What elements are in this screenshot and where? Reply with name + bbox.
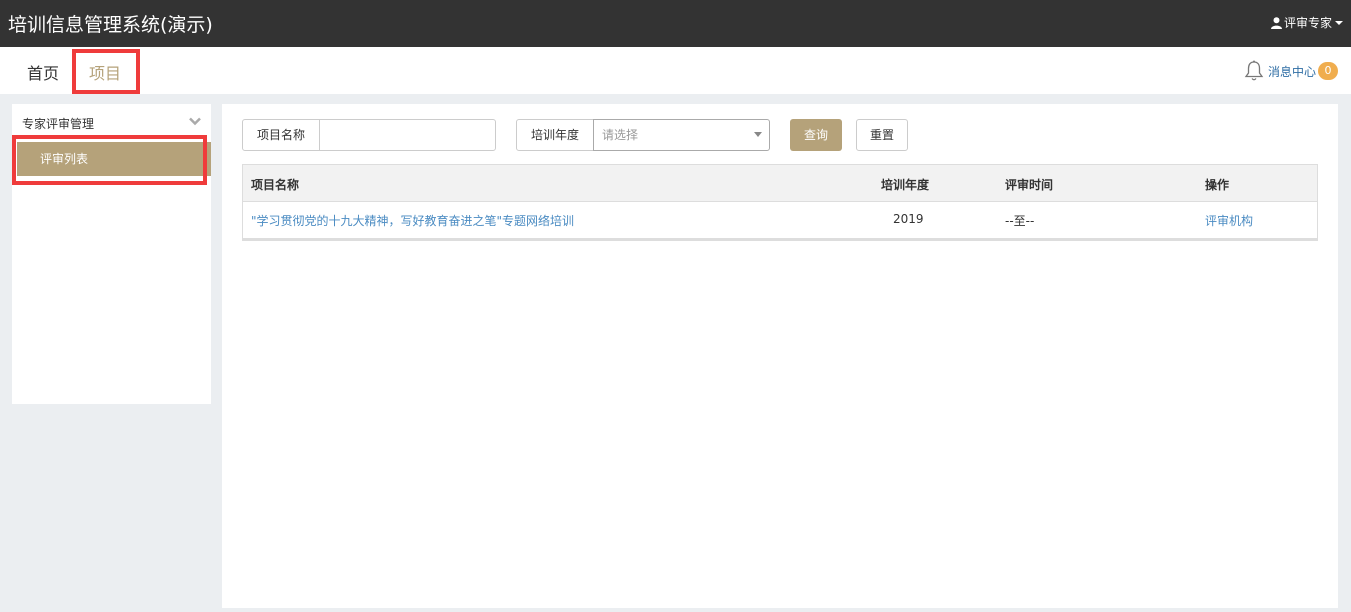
training-year-placeholder: 请选择 (602, 128, 639, 142)
message-count-badge: 0 (1318, 62, 1338, 80)
training-year-label: 培训年度 (516, 119, 594, 151)
reset-button[interactable]: 重置 (856, 119, 908, 151)
nav-home[interactable]: 首页 (27, 60, 59, 84)
caret-down-icon (1335, 20, 1343, 25)
message-center-label: 消息中心 (1267, 64, 1316, 79)
table-header: 项目名称 培训年度 评审时间 操作 (243, 165, 1317, 202)
column-header-time: 评审时间 (1005, 178, 1054, 192)
app-title: 培训信息管理系统(演示) (8, 14, 213, 36)
query-button[interactable]: 查询 (790, 119, 842, 151)
bell-icon (1244, 60, 1264, 81)
review-table: 项目名称 培训年度 评审时间 操作 "学习贯彻党的十九大精神，写好教育奋进之笔"… (242, 164, 1318, 241)
table-row: "学习贯彻党的十九大精神，写好教育奋进之笔"专题网络培训 2019 --至-- … (243, 202, 1317, 239)
user-name: 评审专家 (1283, 16, 1332, 30)
highlight-box-sidebar (12, 135, 207, 185)
training-year-select[interactable]: 请选择 (593, 119, 770, 151)
chevron-down-icon[interactable] (188, 114, 202, 128)
column-header-year: 培训年度 (881, 178, 930, 192)
column-header-action: 操作 (1205, 178, 1230, 192)
cell-review-time: --至-- (1005, 214, 1035, 228)
user-icon (1270, 16, 1282, 29)
top-bar: 培训信息管理系统(演示) 评审专家 (0, 0, 1351, 47)
project-name-label: 项目名称 (242, 119, 320, 151)
column-header-name: 项目名称 (251, 178, 300, 192)
highlight-box-nav (72, 49, 140, 94)
dropdown-arrow-icon (754, 132, 762, 137)
project-name-input[interactable] (319, 119, 496, 151)
review-institution-link[interactable]: 评审机构 (1205, 212, 1253, 229)
sidebar-group-expert-review[interactable]: 专家评审管理 (22, 115, 94, 132)
message-center[interactable]: 消息中心 0 (1244, 60, 1338, 82)
project-name-link[interactable]: "学习贯彻党的十九大精神，写好教育奋进之笔"专题网络培训 (251, 212, 574, 229)
user-menu[interactable]: 评审专家 (1270, 14, 1343, 31)
main-nav: 首页 项目 (0, 47, 1351, 94)
cell-year: 2019 (893, 212, 924, 226)
